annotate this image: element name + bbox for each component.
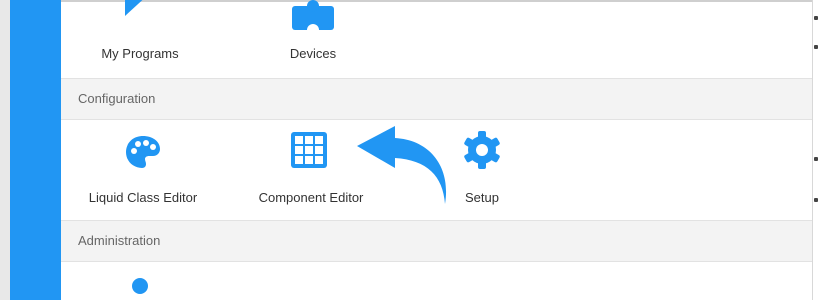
- tile-setup[interactable]: Setup: [440, 128, 524, 208]
- tile-label: Setup: [465, 190, 499, 205]
- section-header-administration: Administration: [61, 220, 812, 262]
- scroll-marker: [814, 16, 818, 20]
- tile-liquid-class-editor[interactable]: Liquid Class Editor: [72, 128, 214, 208]
- tile-my-programs[interactable]: My Programs: [85, 0, 195, 72]
- palette-icon: [126, 136, 160, 168]
- scroll-marker: [814, 157, 818, 161]
- scroll-marker: [814, 45, 818, 49]
- gear-icon: [464, 131, 500, 169]
- play-icon: [125, 0, 143, 16]
- tile-admin-item[interactable]: [110, 270, 170, 300]
- user-icon: [132, 278, 148, 294]
- app-window: My Programs Devices Configuration Liquid…: [0, 0, 822, 300]
- tile-devices[interactable]: Devices: [258, 0, 368, 72]
- tile-label: Liquid Class Editor: [88, 190, 198, 205]
- puzzle-icon: [292, 0, 334, 30]
- tile-label: My Programs: [101, 46, 179, 61]
- tile-label: Devices: [289, 46, 337, 61]
- grid-icon: [291, 132, 327, 168]
- section-header-configuration: Configuration: [61, 78, 812, 120]
- section-title: Configuration: [78, 91, 156, 106]
- section-title: Administration: [78, 233, 161, 248]
- scroll-marker: [814, 198, 818, 202]
- side-nav-bar[interactable]: [10, 0, 61, 300]
- window-edge: [0, 0, 10, 300]
